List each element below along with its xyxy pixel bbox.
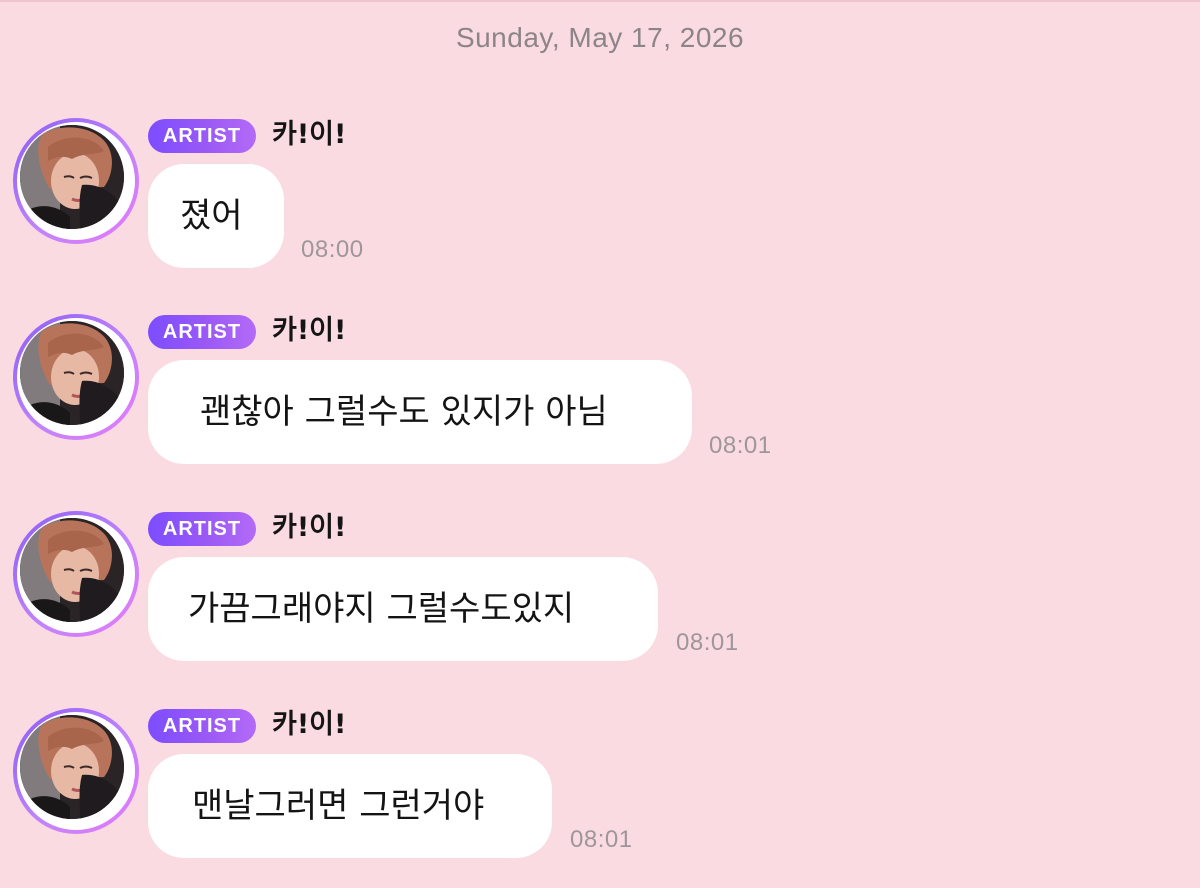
artist-badge: ARTIST — [148, 709, 256, 743]
avatar[interactable] — [13, 511, 139, 637]
message-bubble[interactable]: 괜찮아 그럴수도 있지가 아님 — [148, 360, 692, 464]
date-separator: Sunday, May 17, 2026 — [455, 22, 745, 53]
message-timestamp: 08:01 — [570, 826, 633, 853]
avatar[interactable] — [13, 118, 139, 244]
sender-name: 카!이! — [272, 315, 347, 346]
chat-message: ARTIST 카!이! 괜찮아 그럴수도 있지가 아님 08:01 — [0, 314, 1200, 494]
profile-photo-icon — [20, 125, 124, 229]
message-bubble[interactable]: 졌어 — [148, 164, 284, 268]
message-bubble[interactable]: 가끔그래야지 그럴수도있지 — [148, 557, 658, 661]
artist-badge: ARTIST — [148, 119, 256, 153]
chat-message: ARTIST 카!이! 졌어 08:00 — [0, 118, 1200, 298]
message-bubble[interactable]: 맨날그러면 그런거야 — [148, 754, 552, 858]
artist-badge: ARTIST — [148, 512, 256, 546]
message-timestamp: 08:01 — [676, 629, 739, 656]
sender-name: 카!이! — [272, 709, 347, 740]
artist-badge: ARTIST — [148, 315, 256, 349]
top-divider — [0, 0, 1200, 2]
avatar[interactable] — [13, 708, 139, 834]
profile-photo-icon — [20, 518, 124, 622]
message-timestamp: 08:01 — [709, 432, 772, 459]
chat-message: ARTIST 카!이! 가끔그래야지 그럴수도있지 08:01 — [0, 511, 1200, 691]
message-timestamp: 08:00 — [301, 236, 364, 263]
profile-photo-icon — [20, 321, 124, 425]
sender-name: 카!이! — [272, 512, 347, 543]
sender-name: 카!이! — [272, 119, 347, 150]
chat-message: ARTIST 카!이! 맨날그러면 그런거야 08:01 — [0, 708, 1200, 888]
profile-photo-icon — [20, 715, 124, 819]
avatar[interactable] — [13, 314, 139, 440]
